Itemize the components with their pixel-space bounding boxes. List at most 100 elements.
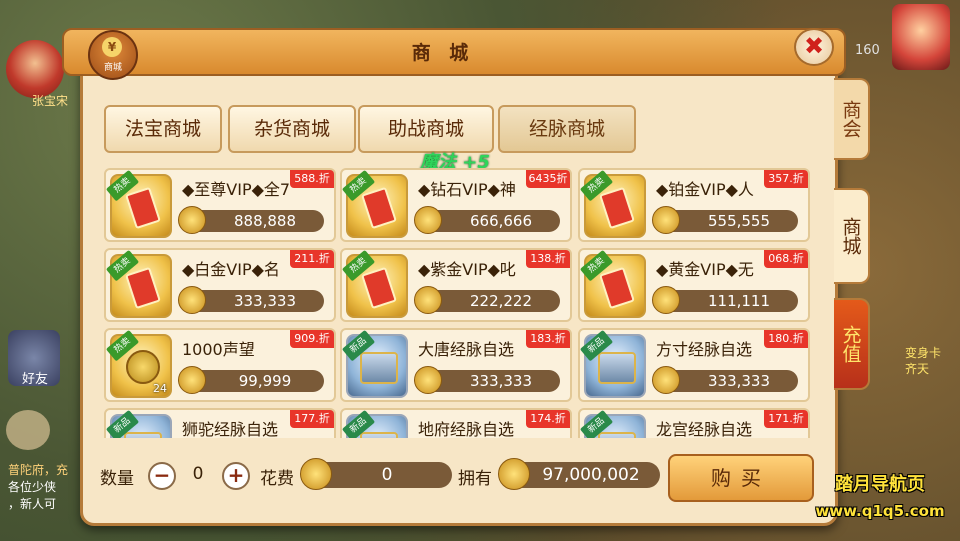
item-artwork — [599, 266, 635, 310]
shop-item-card[interactable]: 新品 地府经脉自选 174.折 — [340, 408, 572, 438]
coin-icon — [498, 458, 530, 490]
shop-item-card[interactable]: 新品 方寸经脉自选 180.折 333,333 — [578, 328, 810, 402]
item-name: 狮驼经脉自选 — [182, 420, 279, 438]
owned-label: 拥有 — [458, 469, 492, 489]
item-stack-count: 24 — [153, 382, 167, 395]
watermark: 踏月导航页 www.q1q5.com — [805, 470, 955, 520]
item-grid[interactable]: 热卖 ◆至尊VIP◆全7 588.折 888,888 热卖 ◆钻石VIP◆神 6435折 66… — [104, 168, 810, 438]
item-artwork — [598, 432, 636, 438]
chat-line: ，新人可 — [8, 497, 57, 511]
side-event-text: 变身卡 齐天 — [905, 345, 941, 377]
watermark-url: www.q1q5.com — [815, 502, 945, 520]
discount-tag: 909.折 — [290, 330, 334, 348]
cost-label: 花费 — [260, 469, 294, 489]
friend-label: 好友 — [22, 372, 49, 387]
item-price: 333,333 — [707, 372, 771, 390]
coin-icon — [414, 206, 442, 234]
coin-icon — [178, 366, 206, 394]
tab-assist-shop[interactable]: 助战商城 — [358, 105, 494, 153]
player-portrait[interactable] — [892, 4, 950, 70]
discount-tag: 171.折 — [764, 410, 808, 428]
item-name: ◆黄金VIP◆无 — [656, 260, 754, 279]
minus-button[interactable]: − — [148, 462, 176, 490]
discount-tag: 174.折 — [526, 410, 570, 428]
coin-icon — [652, 286, 680, 314]
item-price: 333,333 — [233, 292, 297, 310]
item-artwork — [125, 266, 161, 310]
shop-item-card[interactable]: 热卖 ◆至尊VIP◆全7 588.折 888,888 — [104, 168, 336, 242]
shop-emblem-icon: ¥ 商城 — [88, 30, 138, 80]
owned-value: 97,000,002 — [542, 465, 640, 485]
shop-item-card[interactable]: 热卖 ◆钻石VIP◆神 6435折 666,666 — [340, 168, 572, 242]
coin-icon — [300, 458, 332, 490]
shop-item-card[interactable]: 新品 龙宫经脉自选 171.折 — [578, 408, 810, 438]
item-name: ◆钻石VIP◆神 — [418, 180, 516, 199]
shop-item-card[interactable]: 新品 狮驼经脉自选 177.折 — [104, 408, 336, 438]
tab-meridian-shop[interactable]: 经脉商城 — [498, 105, 636, 153]
close-button[interactable]: ✖ — [794, 28, 834, 66]
tab-grocery-shop[interactable]: 杂货商城 — [228, 105, 356, 153]
item-price: 333,333 — [469, 372, 533, 390]
item-artwork — [361, 186, 397, 230]
item-artwork — [126, 350, 160, 384]
item-artwork — [125, 186, 161, 230]
item-artwork — [361, 266, 397, 310]
shop-item-card[interactable]: 热卖 ◆紫金VIP◆叱 138.折 222,222 — [340, 248, 572, 322]
hero-name: 张宝宋 — [32, 94, 69, 108]
discount-tag: 6435折 — [526, 170, 570, 188]
emblem-label: 商城 — [103, 63, 122, 73]
shop-item-card[interactable]: 新品 大唐经脉自选 183.折 333,333 — [340, 328, 572, 402]
item-price: 888,888 — [233, 212, 297, 230]
discount-tag: 068.折 — [764, 250, 808, 268]
item-name: ◆铂金VIP◆人 — [656, 180, 754, 199]
item-price: 222,222 — [469, 292, 533, 310]
yen-coin-icon: ¥ — [102, 37, 122, 57]
chat-bubble-icon[interactable] — [6, 410, 50, 450]
item-artwork — [124, 432, 162, 438]
item-name: 方寸经脉自选 — [656, 340, 753, 359]
shop-item-card[interactable]: 热卖 ◆白金VIP◆名 211.折 333,333 — [104, 248, 336, 322]
item-name: 地府经脉自选 — [418, 420, 515, 438]
chat-line: 普陀府，充 — [8, 463, 69, 477]
discount-tag: 183.折 — [526, 330, 570, 348]
cost-value: 0 — [381, 465, 393, 485]
quantity-label: 数量 — [100, 469, 134, 489]
discount-tag: 588.折 — [290, 170, 334, 188]
hero-avatar[interactable] — [6, 40, 64, 98]
side-tab-guild[interactable]: 商会 — [834, 78, 870, 160]
side-event-line: 齐天 — [905, 362, 930, 376]
item-price: 666,666 — [469, 212, 533, 230]
panel-title: 商 城 — [411, 42, 475, 64]
item-artwork — [599, 186, 635, 230]
side-tab-recharge[interactable]: 充值 — [834, 298, 870, 390]
item-artwork — [360, 352, 398, 384]
item-name: ◆白金VIP◆名 — [182, 260, 280, 279]
discount-tag: 357.折 — [764, 170, 808, 188]
shop-item-card[interactable]: 24 热卖 1000声望 909.折 99,999 — [104, 328, 336, 402]
item-price: 555,555 — [707, 212, 771, 230]
coin-icon — [652, 366, 680, 394]
buy-button[interactable]: 购买 — [668, 454, 814, 502]
discount-tag: 180.折 — [764, 330, 808, 348]
tab-fabao-shop[interactable]: 法宝商城 — [104, 105, 222, 153]
plus-button[interactable]: + — [222, 462, 250, 490]
side-tab-mall[interactable]: 商城 — [834, 188, 870, 284]
coin-icon — [414, 366, 442, 394]
item-name: 龙宫经脉自选 — [656, 420, 753, 438]
quantity-value[interactable]: 0 — [176, 464, 220, 484]
coin-icon — [178, 206, 206, 234]
item-name: 大唐经脉自选 — [418, 340, 515, 359]
discount-tag: 211.折 — [290, 250, 334, 268]
discount-tag: 177.折 — [290, 410, 334, 428]
shop-item-card[interactable]: 热卖 ◆铂金VIP◆人 357.折 555,555 — [578, 168, 810, 242]
discount-tag: 138.折 — [526, 250, 570, 268]
watermark-title: 踏月导航页 — [835, 474, 925, 495]
chat-log: 普陀府，充 各位少侠 ，新人可 — [8, 462, 68, 513]
side-event-line: 变身卡 — [905, 346, 942, 360]
player-level: 160 — [855, 43, 880, 58]
shop-item-card[interactable]: 热卖 ◆黄金VIP◆无 068.折 111,111 — [578, 248, 810, 322]
item-name: 1000声望 — [182, 340, 255, 359]
item-name: ◆至尊VIP◆全7 — [182, 180, 291, 199]
item-artwork — [598, 352, 636, 384]
item-name: ◆紫金VIP◆叱 — [418, 260, 516, 279]
